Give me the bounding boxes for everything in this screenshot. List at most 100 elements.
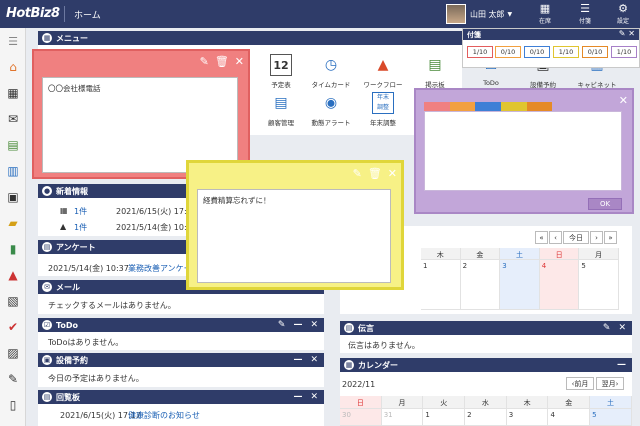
color-tab-blue[interactable] bbox=[475, 102, 502, 111]
news-count-link[interactable]: 1件 bbox=[74, 206, 87, 217]
close-icon[interactable]: ✕ bbox=[618, 323, 626, 333]
sticky-note-yellow[interactable]: ✎ 🗑 ✕ 経費精算忘れずに！ bbox=[186, 160, 404, 290]
settings-button[interactable]: ⚙ 設定 bbox=[608, 2, 638, 25]
day-cell[interactable]: 31 bbox=[381, 409, 424, 426]
sticky-counter-darkorange[interactable]: 0/10 bbox=[582, 46, 608, 58]
pencil-icon[interactable]: ✎ bbox=[619, 29, 626, 38]
report-icon[interactable]: ▧ bbox=[0, 288, 26, 314]
pen-icon[interactable]: ✎ bbox=[0, 366, 26, 392]
minimize-icon[interactable]: — bbox=[293, 392, 302, 402]
month-calendar-grid: 日 月 火 水 木 金 土 30 31 1 2 3 4 5 bbox=[340, 396, 632, 426]
week-prev-prev-button[interactable]: « bbox=[535, 231, 548, 244]
sticky-counter-yellow[interactable]: 1/10 bbox=[553, 46, 579, 58]
sticky-counter-orange[interactable]: 0/10 bbox=[495, 46, 521, 58]
list-icon[interactable]: ▥ bbox=[0, 158, 26, 184]
wrench-icon[interactable]: ✎ bbox=[603, 323, 611, 333]
sticky-note-text[interactable]: 〇〇会社様電話 bbox=[42, 77, 238, 173]
menu-item-alert[interactable]: ◉ 動態アラート bbox=[306, 92, 356, 127]
breadcrumb-home[interactable]: ホーム bbox=[74, 8, 101, 21]
contacts-icon[interactable]: ▮ bbox=[0, 236, 26, 262]
calendar-panel-header: ▦ カレンダー — bbox=[340, 358, 632, 372]
board-icon[interactable]: ▤ bbox=[0, 132, 26, 158]
today-button[interactable]: 今日 bbox=[563, 231, 589, 244]
weekday-header: 月 bbox=[579, 248, 619, 260]
close-icon[interactable]: ✕ bbox=[310, 355, 318, 365]
document-icon[interactable]: ▯ bbox=[0, 392, 26, 418]
check-icon[interactable]: ✔ bbox=[0, 314, 26, 340]
day-cell[interactable]: 5 bbox=[590, 409, 632, 426]
menu-item-customer[interactable]: ▤ 顧客管理 bbox=[256, 92, 306, 127]
menu-item-time-card[interactable]: ◷ タイムカード bbox=[306, 54, 356, 89]
calendar-icon[interactable]: ▦ bbox=[0, 80, 26, 106]
menu-item-workflow[interactable]: ▲ ワークフロー bbox=[358, 54, 408, 89]
menu-item-schedule[interactable]: 12 予定表 bbox=[256, 54, 306, 89]
menu-panel-title: メニュー bbox=[56, 33, 88, 43]
sticky-notes-panel: 付箋 ✎ ✕ 1/10 0/10 0/10 1/10 0/10 1/10 bbox=[462, 28, 640, 68]
menu-item-label: タイムカード bbox=[311, 81, 351, 89]
close-icon[interactable]: ✕ bbox=[310, 392, 318, 402]
todo-icon: ☑ bbox=[42, 320, 52, 330]
sticky-note-purple[interactable]: ✕ OK bbox=[414, 88, 634, 214]
stamp-icon[interactable]: ▨ bbox=[0, 340, 26, 366]
menu-item-bulletin-board[interactable]: ▤ 掲示板 bbox=[410, 54, 460, 89]
week-prev-button[interactable]: ‹ bbox=[549, 231, 562, 244]
sticky-counter-purple[interactable]: 1/10 bbox=[611, 46, 637, 58]
sticky-note-text[interactable]: 経費精算忘れずに！ bbox=[197, 189, 391, 283]
board-link[interactable]: 健康診断のお知らせ bbox=[128, 410, 200, 421]
folder-icon[interactable]: ▰ bbox=[0, 210, 26, 236]
day-cell[interactable]: 4 bbox=[539, 260, 580, 310]
workflow-icon[interactable]: ▲ bbox=[0, 262, 26, 288]
close-icon[interactable]: ✕ bbox=[235, 55, 244, 68]
day-cell[interactable]: 2 bbox=[460, 260, 501, 310]
alert-icon: ◉ bbox=[324, 95, 338, 111]
trash-icon[interactable]: 🗑 bbox=[215, 55, 229, 68]
day-cell[interactable]: 30 bbox=[340, 409, 382, 426]
prev-month-button[interactable]: ‹前月 bbox=[566, 377, 594, 390]
sticky-counter-red[interactable]: 1/10 bbox=[467, 46, 493, 58]
menu-item-year-end[interactable]: 年末 調整 年末調整 bbox=[358, 92, 408, 127]
home-icon[interactable]: ⌂ bbox=[0, 54, 26, 80]
news-count-link[interactable]: 1件 bbox=[74, 222, 87, 233]
trash-icon[interactable]: 🗑 bbox=[368, 167, 382, 180]
sticky-note-text-area[interactable] bbox=[424, 111, 622, 191]
close-icon[interactable]: ✕ bbox=[310, 320, 318, 330]
color-tab-purple[interactable] bbox=[552, 102, 579, 111]
color-tab-yellow[interactable] bbox=[501, 102, 527, 111]
app-logo[interactable]: HotBiz8 bbox=[6, 6, 60, 21]
week-next-next-button[interactable]: » bbox=[604, 231, 617, 244]
pencil-icon[interactable]: ✎ bbox=[200, 55, 209, 68]
survey-link[interactable]: 業務改善アンケー bbox=[128, 263, 192, 274]
ok-button[interactable]: OK bbox=[588, 198, 622, 210]
color-tab-red[interactable] bbox=[424, 102, 450, 111]
close-icon[interactable]: ✕ bbox=[388, 167, 397, 180]
minimize-icon[interactable]: — bbox=[293, 355, 302, 365]
day-cell[interactable]: 1 bbox=[423, 409, 466, 426]
minimize-icon[interactable]: — bbox=[293, 320, 302, 330]
color-tab-orange[interactable] bbox=[449, 102, 476, 111]
close-icon[interactable]: ✕ bbox=[628, 29, 635, 38]
minimize-icon[interactable]: — bbox=[617, 360, 626, 370]
close-icon[interactable]: ✕ bbox=[619, 94, 628, 107]
day-cell[interactable]: 4 bbox=[548, 409, 591, 426]
color-tab-darkorange[interactable] bbox=[526, 102, 553, 111]
day-cell[interactable]: 5 bbox=[579, 260, 619, 310]
facility-panel-header: ▣ 設備予約 — ✕ bbox=[38, 353, 324, 367]
day-cell[interactable]: 1 bbox=[421, 260, 461, 310]
day-cell[interactable]: 3 bbox=[506, 409, 549, 426]
menu-toggle-icon[interactable]: ☰ bbox=[0, 28, 26, 54]
facility-empty-text: 今日の予定はありません。 bbox=[48, 374, 144, 383]
next-month-button[interactable]: 翌月› bbox=[596, 377, 624, 390]
sticky-stack-icon: ☰ bbox=[580, 2, 590, 15]
sticky-notes-button[interactable]: ☰ 付箋 bbox=[570, 2, 600, 25]
wrench-icon[interactable]: ✎ bbox=[278, 320, 286, 330]
day-cell[interactable]: 3 bbox=[500, 260, 540, 310]
sticky-counter-blue[interactable]: 0/10 bbox=[524, 46, 550, 58]
presence-button[interactable]: ▦ 在席 bbox=[530, 2, 560, 25]
mail-icon[interactable]: ✉ bbox=[0, 106, 26, 132]
weekday-header: 日 bbox=[340, 396, 382, 409]
day-cell[interactable]: 2 bbox=[465, 409, 507, 426]
week-next-button[interactable]: › bbox=[590, 231, 603, 244]
user-menu[interactable]: 山田 太郎 ▼ bbox=[446, 3, 512, 25]
facility-icon[interactable]: ▣ bbox=[0, 184, 26, 210]
pencil-icon[interactable]: ✎ bbox=[353, 167, 362, 180]
